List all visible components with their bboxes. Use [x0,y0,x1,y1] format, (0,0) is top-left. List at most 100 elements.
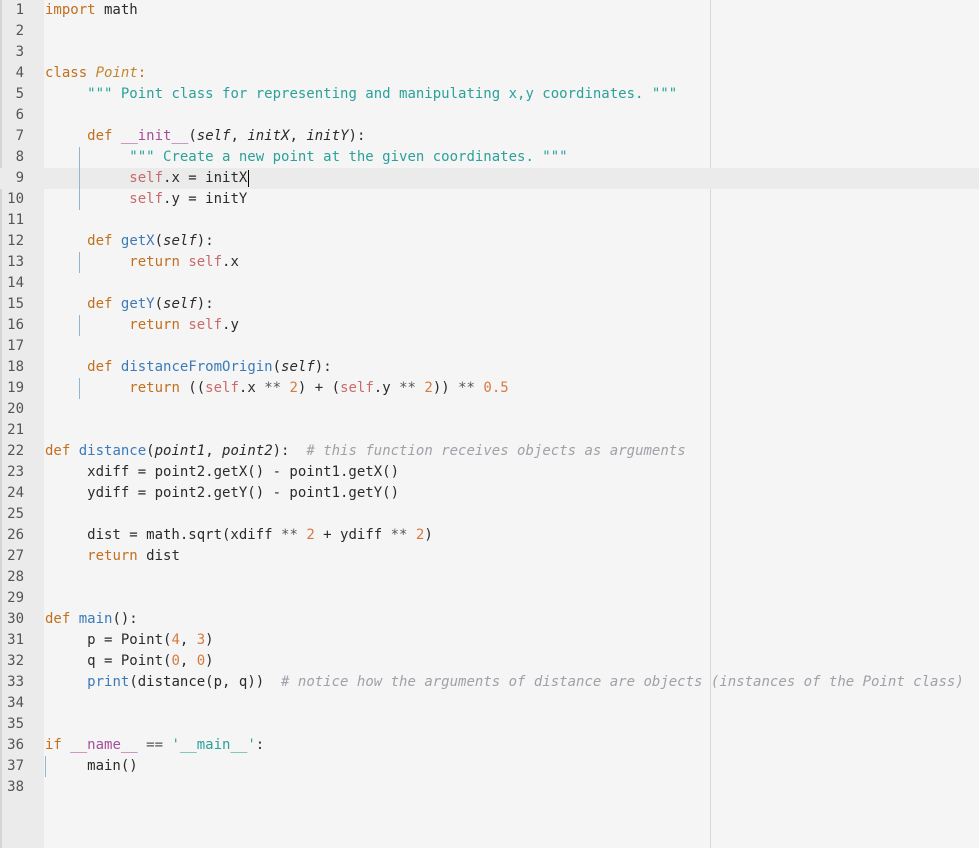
code-token: getX [120,233,155,249]
line-number: 21 [7,422,24,438]
code-token: dist = math.sqrt(xdiff [45,527,282,543]
indent-guide [79,147,80,210]
line-number: 25 [7,506,24,522]
code-token: def [45,611,71,627]
code-line[interactable]: 32 q = Point(0, 0) [0,651,979,672]
code-line[interactable]: 31 p = Point(4, 3) [0,630,979,651]
code-line[interactable]: 10 self.y = initY [0,189,979,210]
code-token: + ydiff [314,527,391,543]
code-line[interactable]: 3 [0,42,979,63]
code-line[interactable]: 12 def getX(self): [0,231,979,252]
code-text: if __name__ == '__main__': [45,735,264,756]
code-token: return [87,548,138,564]
line-number: 3 [15,44,24,60]
code-token: def [87,359,113,375]
code-token: , [179,653,197,669]
code-line[interactable]: 30 def main(): [0,609,979,630]
code-token: ** [390,527,408,543]
code-line[interactable]: 13 return self.x [0,252,979,273]
code-line[interactable]: 15 def getY(self): [0,294,979,315]
code-line[interactable]: 19 return ((self.x ** 2) + (self.y ** 2)… [0,378,979,399]
code-token: ( [272,359,282,375]
code-token: self [129,191,164,207]
code-line[interactable]: 4 class Point: [0,63,979,84]
code-line[interactable]: 23 xdiff = point2.getX() - point1.getX() [0,462,979,483]
code-line[interactable]: 22 def distance(point1, point2): # this f… [0,441,979,462]
code-token: xdiff = point2.getX() - point1.getX() [45,464,400,480]
code-line[interactable]: 21 [0,420,979,441]
code-line[interactable]: 25 [0,504,979,525]
code-token: .y [373,380,400,396]
code-text: main() [45,756,138,777]
code-line[interactable]: 9 self.x = initX [0,168,979,189]
code-token: ): [272,443,307,459]
code-line[interactable]: 8 """ Create a new point at the given co… [0,147,979,168]
line-number: 7 [15,128,24,144]
code-line[interactable]: 18 def distanceFromOrigin(self): [0,357,979,378]
code-token: # this function receives objects as argu… [306,443,686,459]
code-token: self [129,170,164,186]
code-token: '__main__' [171,737,256,753]
code-text: def getY(self): [45,294,213,315]
code-token: ): [196,233,214,249]
indent-guide [79,378,80,399]
code-token: ( [154,296,164,312]
code-line[interactable]: 11 [0,210,979,231]
code-token: .x [238,380,265,396]
line-number: 23 [7,464,24,480]
line-number: 15 [7,296,24,312]
code-token: ) [205,632,214,648]
line-number: 18 [7,359,24,375]
code-line[interactable]: 36 if __name__ == '__main__': [0,735,979,756]
code-token: math [95,2,138,18]
code-token: .y [222,317,239,333]
code-line[interactable]: 29 [0,588,979,609]
code-line[interactable]: 35 [0,714,979,735]
line-number: 14 [7,275,24,291]
code-line[interactable]: 27 return dist [0,546,979,567]
code-text: print(distance(p, q)) # notice how the a… [45,672,964,693]
code-token: 2 [424,380,433,396]
code-line[interactable]: 20 [0,399,979,420]
line-number: 28 [7,569,24,585]
code-token: : [255,737,265,753]
text-cursor [247,170,249,187]
code-editor[interactable]: 1 import math 2 3 4 class Point: 5 """ Point c… [0,0,979,848]
code-line[interactable]: 38 [0,777,979,798]
code-line[interactable]: 2 [0,21,979,42]
line-number: 37 [7,758,24,774]
line-number: 22 [7,443,24,459]
code-line[interactable]: 5 """ Point class for representing and m… [0,84,979,105]
code-line[interactable]: 7 def __init__(self, initX, initY): [0,126,979,147]
code-token: initX [247,128,290,144]
line-number: 36 [7,737,24,753]
code-text: def __init__(self, initX, initY): [45,126,365,147]
code-line[interactable]: 6 [0,105,979,126]
code-line[interactable]: 28 [0,567,979,588]
code-line[interactable]: 33 print(distance(p, q)) # notice how th… [0,672,979,693]
code-line[interactable]: 17 [0,336,979,357]
code-line[interactable]: 16 return self.y [0,315,979,336]
code-line[interactable]: 34 [0,693,979,714]
code-token: self [163,233,197,249]
code-line[interactable]: 37 main() [0,756,979,777]
code-line[interactable]: 1 import math [0,0,979,21]
code-token: print [87,674,130,690]
code-token: ): [314,359,332,375]
code-line[interactable]: 24 ydiff = point2.getY() - point1.getY() [0,483,979,504]
code-token: ) + ( [297,380,341,396]
line-number: 30 [7,611,24,627]
code-token: .y = initY [163,191,248,207]
code-line[interactable]: 14 [0,273,979,294]
line-number: 8 [15,149,24,165]
code-token: self [281,359,315,375]
code-token: Point [95,65,138,81]
code-line[interactable]: 26 dist = math.sqrt(xdiff ** 2 + ydiff *… [0,525,979,546]
